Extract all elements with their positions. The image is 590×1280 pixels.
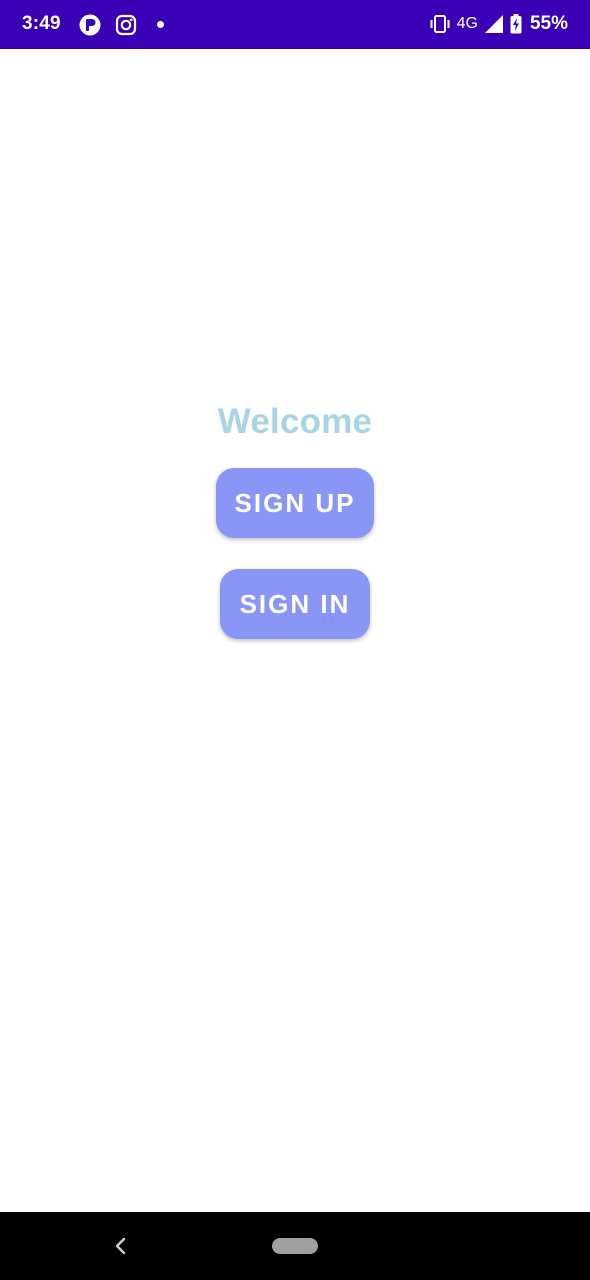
welcome-title: Welcome [217, 402, 373, 441]
battery-charging-icon [510, 14, 522, 34]
notification-dot-icon [157, 21, 164, 28]
sign-up-button[interactable]: SIGN UP [216, 468, 374, 538]
status-time: 3:49 [22, 13, 61, 34]
status-bar: 3:49 4G 55% [0, 0, 590, 49]
sign-in-button[interactable]: SIGN IN [220, 569, 370, 639]
battery-percentage: 55% [529, 13, 568, 34]
network-type: 4G [456, 15, 478, 32]
app-notification-icon [79, 14, 101, 36]
back-icon[interactable] [110, 1234, 132, 1258]
home-pill-icon[interactable] [272, 1238, 318, 1254]
signal-icon [484, 15, 503, 33]
navigation-bar [0, 1212, 590, 1280]
instagram-icon [115, 14, 137, 36]
status-indicators: 4G 55% [429, 12, 568, 36]
vibrate-icon [430, 15, 450, 33]
